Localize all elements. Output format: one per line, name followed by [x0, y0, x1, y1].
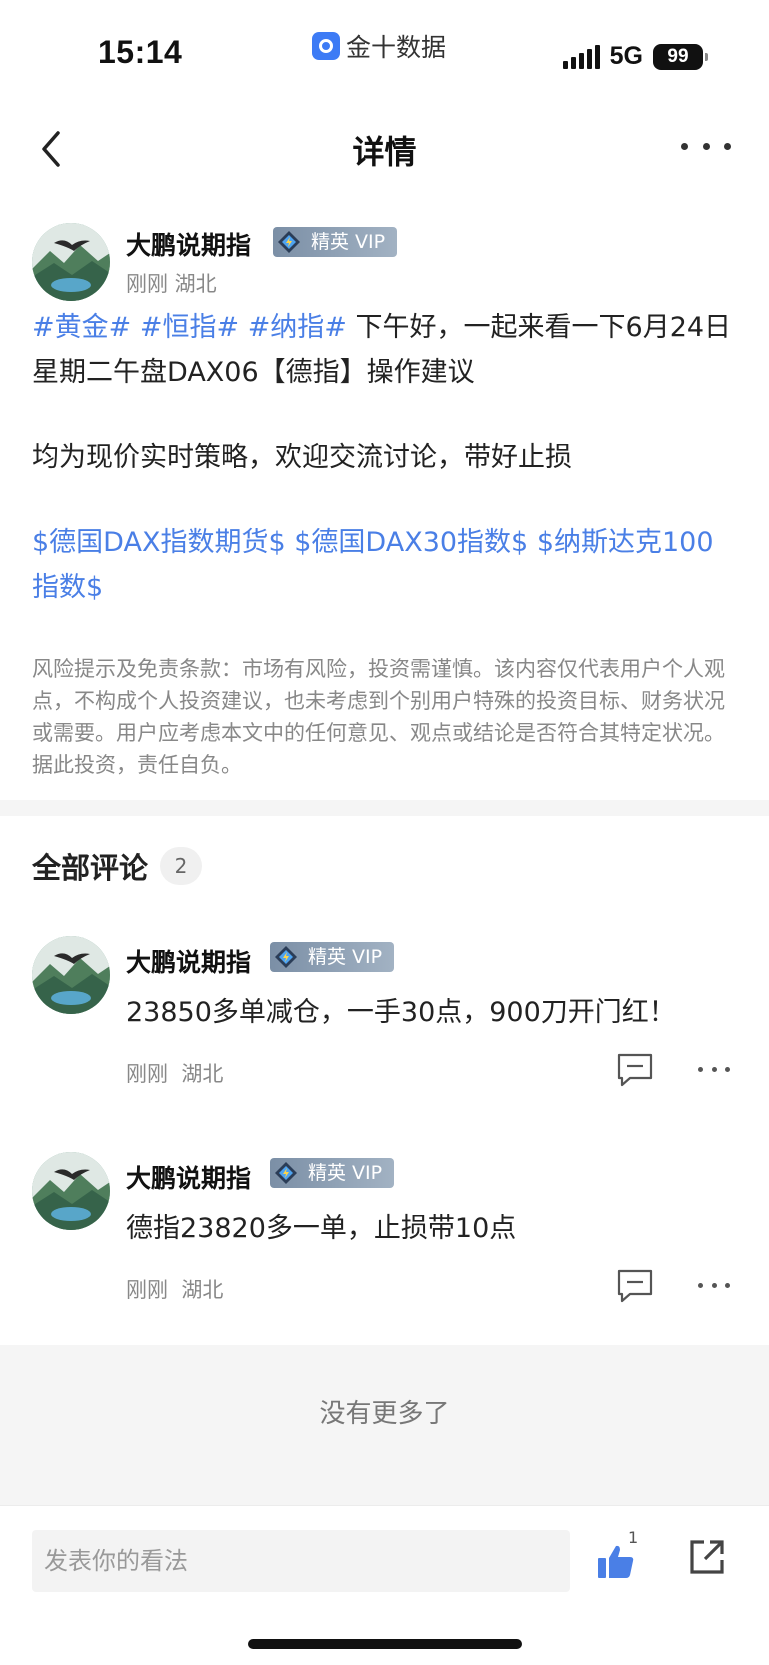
vip-badge-label: 精英 VIP: [308, 946, 383, 968]
like-button[interactable]: 1: [596, 1528, 640, 1582]
comment-time: 刚刚: [126, 1278, 168, 1302]
comments-count-badge: 2: [160, 847, 203, 885]
status-bar: 15:14 金十数据 5G 99: [0, 0, 769, 100]
diamond-icon: [275, 946, 297, 968]
end-of-list: 没有更多了: [0, 1345, 769, 1505]
diamond-icon: [278, 231, 300, 253]
share-icon[interactable]: [688, 1538, 726, 1576]
vip-badge: 精英 VIP: [270, 942, 395, 972]
comments-title: 全部评论: [32, 851, 149, 885]
status-time: 15:14: [98, 34, 183, 70]
author-name[interactable]: 大鹏说期指: [126, 226, 251, 262]
more-dots-icon[interactable]: [681, 131, 731, 161]
stock-tag[interactable]: $德国DAX30指数$: [294, 527, 528, 558]
page-title: 详情: [352, 133, 417, 171]
comment-input[interactable]: [32, 1530, 570, 1592]
vip-badge-label: 精英 VIP: [308, 1162, 383, 1184]
diamond-icon: [275, 1162, 297, 1184]
battery-icon: 99: [653, 43, 708, 70]
hashtag[interactable]: #恒指#: [140, 312, 239, 343]
avatar[interactable]: [32, 936, 110, 1014]
comment-item: 大鹏说期指 精英 VIP 23850多单减仓，一手30点，900刀开门红！ 刚刚…: [0, 936, 769, 1136]
comment-text: 德指23820多一单，止损带10点: [126, 1213, 517, 1244]
no-more-label: 没有更多了: [319, 1399, 450, 1429]
hashtag[interactable]: #纳指#: [248, 312, 347, 343]
vip-badge: 精英 VIP: [270, 1158, 395, 1188]
section-divider: [0, 800, 769, 816]
home-indicator: [248, 1639, 522, 1649]
status-app-label: 金十数据: [346, 33, 447, 62]
avatar[interactable]: [32, 1152, 110, 1230]
like-count: 1: [628, 1528, 639, 1547]
post-text: 下午好，一起来看一下6月24日星期二午盘DAX06【德指】操作建议: [32, 312, 732, 388]
comment-meta: 刚刚 湖北: [126, 1274, 223, 1304]
reply-icon[interactable]: [616, 1052, 654, 1088]
comment-text: 23850多单减仓，一手30点，900刀开门红！: [126, 997, 676, 1028]
more-dots-icon[interactable]: [698, 1283, 730, 1291]
comment-item: 大鹏说期指 精英 VIP 德指23820多一单，止损带10点 刚刚 湖北: [0, 1152, 769, 1352]
comment-meta: 刚刚 湖北: [126, 1058, 223, 1088]
post-text: 均为现价实时策略，欢迎交流讨论，带好止损: [32, 442, 572, 473]
avatar[interactable]: [32, 223, 110, 301]
author-name[interactable]: 大鹏说期指: [126, 1159, 251, 1195]
comment-time: 刚刚: [126, 1062, 168, 1086]
network-label: 5G: [609, 42, 643, 70]
comment-location: 湖北: [181, 1062, 224, 1086]
status-indicators: 5G 99: [562, 42, 708, 71]
app-icon: [312, 32, 340, 60]
comment-location: 湖北: [181, 1278, 224, 1302]
hashtag[interactable]: #黄金#: [32, 312, 131, 343]
author-name[interactable]: 大鹏说期指: [126, 943, 251, 979]
status-app-indicator[interactable]: 金十数据: [312, 28, 446, 64]
signal-icon: [562, 44, 600, 69]
post-body: #黄金# #恒指# #纳指# 下午好，一起来看一下6月24日星期二午盘DAX06…: [32, 305, 737, 610]
disclaimer: 风险提示及免责条款：市场有风险，投资需谨慎。该内容仅代表用户个人观点，不构成个人…: [32, 657, 725, 777]
comments-header: 全部评论 2: [32, 845, 203, 887]
vip-badge: 精英 VIP: [273, 227, 398, 257]
post-meta: 刚刚 湖北: [126, 272, 217, 296]
reply-icon[interactable]: [616, 1268, 654, 1304]
stock-tag[interactable]: $德国DAX指数期货$: [32, 527, 286, 558]
nav-bar: 详情: [0, 105, 769, 195]
vip-badge-label: 精英 VIP: [311, 231, 386, 253]
more-dots-icon[interactable]: [698, 1067, 730, 1075]
thumbs-up-icon: [598, 1545, 634, 1578]
